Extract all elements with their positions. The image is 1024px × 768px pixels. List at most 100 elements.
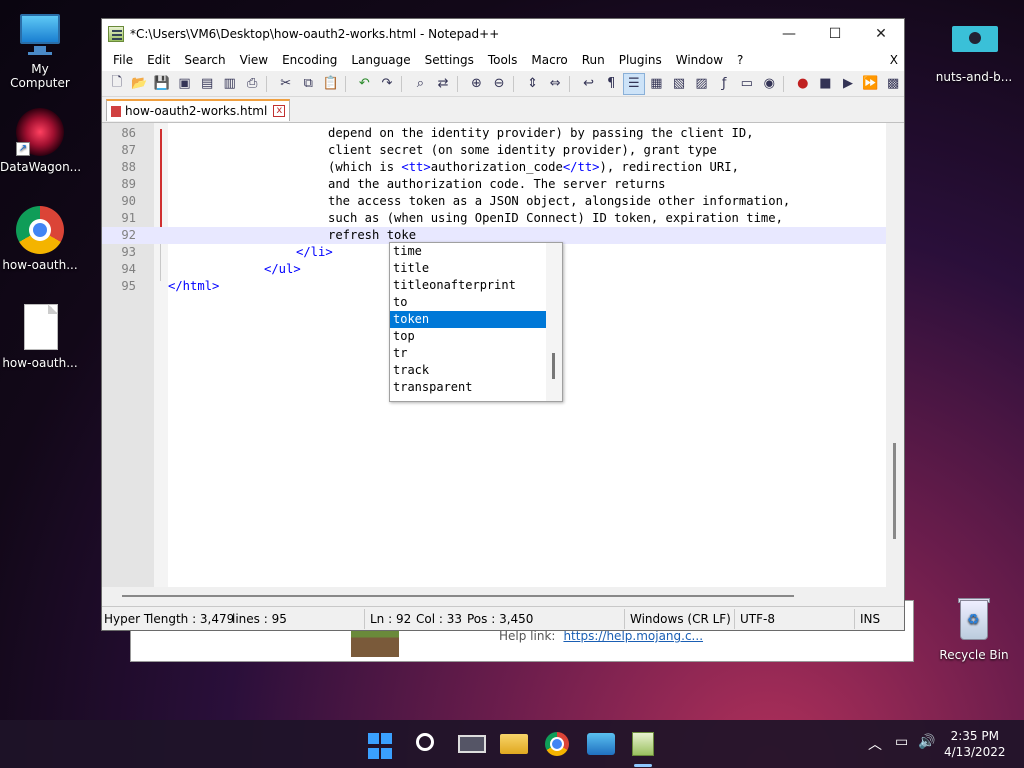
save-icon[interactable]: 💾 <box>151 73 173 95</box>
find-icon[interactable]: ⌕ <box>410 73 432 95</box>
menu-settings[interactable]: Settings <box>418 53 481 67</box>
menu-tools[interactable]: Tools <box>481 53 525 67</box>
replace-icon[interactable]: ⇄ <box>432 73 454 95</box>
autocomplete-item[interactable]: titleonafterprint <box>390 277 546 294</box>
vertical-scrollbar[interactable] <box>886 123 904 605</box>
wrap-icon[interactable]: ↩ <box>578 73 600 95</box>
menu-run[interactable]: Run <box>575 53 612 67</box>
close-all-icon[interactable]: ▥ <box>219 73 241 95</box>
copy-icon[interactable]: ⧉ <box>298 73 320 95</box>
autocomplete-item[interactable]: time <box>390 243 546 260</box>
close-icon[interactable]: ▤ <box>196 73 218 95</box>
stop-icon[interactable]: ■ <box>815 73 837 95</box>
all-chars-icon[interactable]: ¶ <box>600 73 622 95</box>
print-icon[interactable]: ⎙ <box>241 73 263 95</box>
autocomplete-item[interactable]: top <box>390 328 546 345</box>
undo-icon[interactable]: ↶ <box>354 73 376 95</box>
save-all-icon[interactable]: ▣ <box>174 73 196 95</box>
tab-how-oauth2-works[interactable]: how-oauth2-works.html x <box>106 99 291 121</box>
record-icon[interactable]: ● <box>792 73 814 95</box>
code-line[interactable]: 89 and the authorization code. The server… <box>102 176 886 193</box>
code-line[interactable]: 90 the access token as a JSON object, alo… <box>102 193 886 210</box>
menu-window[interactable]: Window <box>669 53 730 67</box>
close-document-button[interactable]: X <box>890 53 904 67</box>
tab-close-icon[interactable]: x <box>273 105 286 117</box>
help-link[interactable]: https://help.mojang.c... <box>563 629 703 643</box>
menu-language[interactable]: Language <box>344 53 417 67</box>
desktop-icon-html-file[interactable]: how-oauth... <box>0 304 80 370</box>
chrome-taskbar-icon[interactable] <box>545 732 569 756</box>
menu-macro[interactable]: Macro <box>524 53 574 67</box>
autocomplete-item[interactable]: transparent <box>390 379 546 396</box>
sync-h-icon[interactable]: ⇔ <box>544 73 566 95</box>
open-icon[interactable]: 📂 <box>129 73 151 95</box>
play-icon[interactable]: ▶ <box>837 73 859 95</box>
desktop-icon-recycle-bin[interactable]: ♻ Recycle Bin <box>934 596 1014 662</box>
status-bar: Hyper T length : 3,479 lines : 95 Ln : 9… <box>102 606 904 630</box>
scroll-thumb[interactable] <box>122 595 794 597</box>
status-encoding[interactable]: UTF-8 <box>740 612 775 626</box>
scroll-thumb[interactable] <box>893 443 896 539</box>
monitor-icon[interactable]: ▭ <box>736 73 758 95</box>
redo-icon[interactable]: ↷ <box>376 73 398 95</box>
volume-icon[interactable]: 🔊 <box>918 734 935 750</box>
cut-icon[interactable]: ✂ <box>275 73 297 95</box>
desktop-icon-my-computer[interactable]: My Computer <box>0 10 80 90</box>
play-multi-icon[interactable]: ⏩ <box>860 73 882 95</box>
code-line[interactable]: 88 (which is <tt>authorization_code</tt>)… <box>102 159 886 176</box>
zoom-out-icon[interactable]: ⊖ <box>488 73 510 95</box>
desktop-icon-nuts-and-bolts[interactable]: nuts-and-b... <box>934 18 1014 84</box>
start-button[interactable] <box>368 733 396 761</box>
eye-icon[interactable]: ◉ <box>759 73 781 95</box>
code-line[interactable]: 91 such as (when using OpenID Connect) ID… <box>102 210 886 227</box>
autocomplete-item[interactable]: title <box>390 260 546 277</box>
status-ln: Ln : 92 <box>370 612 412 626</box>
notepadpp-taskbar-icon[interactable] <box>632 732 654 756</box>
remote-desktop-icon[interactable] <box>587 733 615 755</box>
indent-guide-icon[interactable]: ☰ <box>623 72 645 95</box>
title-bar[interactable]: *C:\Users\VM6\Desktop\how-oauth2-works.h… <box>102 19 904 49</box>
task-view-icon[interactable] <box>458 735 486 753</box>
doc-map-icon[interactable]: ▧ <box>668 73 690 95</box>
network-icon[interactable]: ▭ <box>895 734 908 750</box>
autocomplete-item[interactable]: tr <box>390 345 546 362</box>
close-button[interactable]: ✕ <box>858 19 904 49</box>
save-macro-icon[interactable]: ▩ <box>882 73 904 95</box>
status-insert-mode[interactable]: INS <box>860 612 880 626</box>
menu-view[interactable]: View <box>233 53 275 67</box>
menu-encoding[interactable]: Encoding <box>275 53 344 67</box>
desktop-icon-datawagon[interactable]: ↗ DataWagon... <box>0 108 81 174</box>
folder-icon[interactable]: ƒ <box>713 73 735 95</box>
system-clock[interactable]: 2:35 PM 4/13/2022 <box>944 728 1006 760</box>
menu-search[interactable]: Search <box>177 53 232 67</box>
menu-file[interactable]: File <box>106 53 140 67</box>
scroll-thumb[interactable] <box>552 353 555 379</box>
file-explorer-icon[interactable] <box>500 734 528 754</box>
sync-v-icon[interactable]: ⇕ <box>522 73 544 95</box>
horizontal-scrollbar[interactable] <box>102 587 886 605</box>
search-icon[interactable] <box>416 733 434 751</box>
maximize-button[interactable]: ☐ <box>812 19 858 49</box>
menu-edit[interactable]: Edit <box>140 53 177 67</box>
autocomplete-item[interactable]: to <box>390 294 546 311</box>
minimize-button[interactable]: — <box>766 19 812 49</box>
notepadpp-icon <box>108 26 124 42</box>
desktop-icon-label: nuts-and-b... <box>935 70 1013 84</box>
func-list-icon[interactable]: ▨ <box>691 73 713 95</box>
code-line[interactable]: 86 depend on the identity provider) by pa… <box>102 125 886 142</box>
lang-icon[interactable]: ▦ <box>646 73 668 95</box>
code-line[interactable]: 87 client secret (on some identity provid… <box>102 142 886 159</box>
menu-help[interactable]: ? <box>730 53 750 67</box>
unsaved-icon <box>111 105 121 117</box>
autocomplete-item-selected[interactable]: token <box>390 311 546 328</box>
autocomplete-item[interactable]: track <box>390 362 546 379</box>
menu-plugins[interactable]: Plugins <box>612 53 669 67</box>
desktop-icon-chrome-shortcut[interactable]: how-oauth... <box>0 206 80 272</box>
file-icon <box>16 304 64 352</box>
new-icon[interactable]: 🗋 <box>106 73 128 95</box>
zoom-in-icon[interactable]: ⊕ <box>466 73 488 95</box>
autocomplete-scrollbar[interactable] <box>546 243 562 401</box>
status-eol[interactable]: Windows (CR LF) <box>630 612 731 626</box>
chevron-up-icon[interactable]: ︿ <box>868 734 882 754</box>
paste-icon[interactable]: 📋 <box>320 73 342 95</box>
